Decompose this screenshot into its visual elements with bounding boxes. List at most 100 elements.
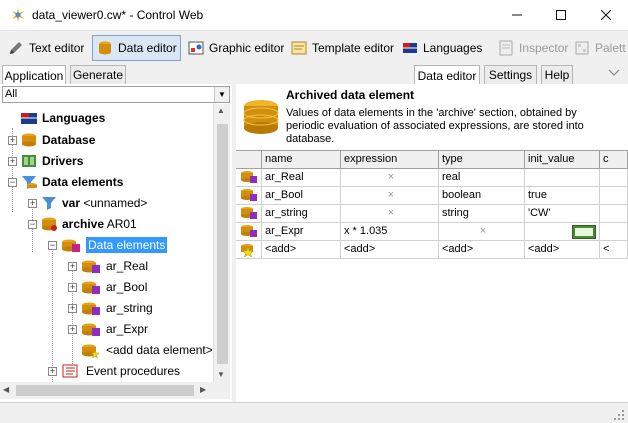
- template-editor-button[interactable]: Template editor: [287, 35, 397, 61]
- cell-name[interactable]: ar_Expr: [262, 223, 341, 241]
- data-elements-icon: [62, 239, 80, 252]
- cell-expression[interactable]: ×: [341, 187, 439, 205]
- add-row-c[interactable]: <: [600, 241, 628, 259]
- column-header-name[interactable]: name: [262, 151, 341, 169]
- tree-item-data-elements[interactable]: Data elements: [20, 172, 123, 192]
- maximize-button[interactable]: [538, 0, 583, 30]
- palette-button[interactable]: Palett: [570, 35, 628, 61]
- cell-expression[interactable]: ×: [341, 169, 439, 187]
- tree-label: Drivers: [42, 154, 84, 168]
- tab-settings[interactable]: Settings: [484, 65, 537, 84]
- column-header-expression[interactable]: expression: [341, 151, 439, 169]
- cell-type[interactable]: ×: [439, 223, 525, 241]
- tab-application[interactable]: Application: [2, 65, 66, 85]
- expand-icon[interactable]: +: [68, 283, 77, 292]
- archive-bool-icon: [82, 281, 100, 294]
- cell-init-value[interactable]: true: [525, 187, 600, 205]
- tree-label: ar_Expr: [106, 322, 149, 336]
- cell-type[interactable]: real: [439, 169, 525, 187]
- row-icon-cell: [236, 169, 262, 187]
- archive-expr-icon: [241, 225, 257, 237]
- chevron-down-icon[interactable]: [608, 69, 620, 77]
- cell-name[interactable]: ar_string: [262, 205, 341, 223]
- scroll-right-icon[interactable]: ▶: [200, 385, 206, 394]
- row-icon-cell: [236, 187, 262, 205]
- inspector-button[interactable]: Inspector: [494, 35, 571, 61]
- expand-icon[interactable]: +: [68, 325, 77, 334]
- tab-help-label: Help: [544, 68, 570, 82]
- edit-value-button-icon[interactable]: [572, 225, 596, 239]
- cell-init-value[interactable]: [525, 169, 600, 187]
- expand-icon[interactable]: +: [8, 136, 17, 145]
- archive-name: archive: [62, 217, 105, 231]
- tree-item-archive[interactable]: archive AR01: [40, 214, 137, 234]
- cell-c[interactable]: [600, 187, 628, 205]
- graphic-editor-button[interactable]: Graphic editor: [184, 35, 287, 61]
- tree-item-database[interactable]: Database: [20, 130, 95, 150]
- collapse-icon[interactable]: −: [8, 178, 17, 187]
- tree-item-ar-string[interactable]: ar_string: [80, 298, 153, 318]
- cell-c[interactable]: [600, 223, 628, 241]
- column-header-init-value[interactable]: init_value: [525, 151, 600, 169]
- row-icon-cell: [236, 223, 262, 241]
- tree-item-add-data-element[interactable]: <add data element>: [80, 340, 212, 360]
- cell-init-value[interactable]: 'CW': [525, 205, 600, 223]
- tree-item-archive-data-elements[interactable]: Data elements: [60, 235, 168, 255]
- tree-vertical-scrollbar[interactable]: ▲ ▼: [213, 104, 230, 382]
- filter-value: All: [5, 88, 18, 100]
- collapse-icon[interactable]: −: [48, 241, 57, 250]
- cell-expression[interactable]: x * 1.035: [341, 223, 439, 241]
- cell-init-value[interactable]: [525, 223, 600, 241]
- expand-icon[interactable]: +: [28, 199, 37, 208]
- cell-expression[interactable]: ×: [341, 205, 439, 223]
- scroll-up-icon[interactable]: ▲: [217, 106, 225, 115]
- cell-c[interactable]: [600, 205, 628, 223]
- filter-select[interactable]: All ▼: [2, 86, 230, 103]
- cell-type[interactable]: string: [439, 205, 525, 223]
- add-row-type[interactable]: <add>: [439, 241, 525, 259]
- archive-icon: [42, 217, 57, 231]
- graphic-editor-label: Graphic editor: [209, 41, 285, 55]
- close-button[interactable]: [583, 0, 628, 30]
- expand-icon[interactable]: +: [48, 367, 57, 376]
- palette-label: Palett: [595, 41, 626, 55]
- cell-name[interactable]: ar_Real: [262, 169, 341, 187]
- expand-icon[interactable]: +: [68, 304, 77, 313]
- cell-type[interactable]: boolean: [439, 187, 525, 205]
- dropdown-arrow-icon[interactable]: ▼: [214, 87, 229, 102]
- tree-item-ar-bool[interactable]: ar_Bool: [80, 277, 147, 297]
- tab-data-editor[interactable]: Data editor: [414, 65, 480, 85]
- languages-button[interactable]: Languages: [398, 35, 485, 61]
- add-row-name[interactable]: <add>: [262, 241, 341, 259]
- tab-generate[interactable]: Generate: [70, 65, 126, 84]
- tab-help[interactable]: Help: [541, 65, 573, 84]
- scroll-down-icon[interactable]: ▼: [217, 370, 225, 379]
- scroll-thumb[interactable]: [16, 385, 194, 396]
- expand-icon[interactable]: +: [8, 157, 17, 166]
- scroll-left-icon[interactable]: ◀: [3, 385, 9, 394]
- tree-item-drivers[interactable]: Drivers: [20, 151, 83, 171]
- add-row-init-value[interactable]: <add>: [525, 241, 600, 259]
- cell-name[interactable]: ar_Bool: [262, 187, 341, 205]
- minimize-button[interactable]: [494, 0, 539, 30]
- tree-item-var[interactable]: var <unnamed>: [40, 193, 147, 213]
- tree-item-languages[interactable]: Languages: [20, 108, 105, 128]
- tree-item-ar-expr[interactable]: ar_Expr: [80, 319, 148, 339]
- add-row-expression[interactable]: <add>: [341, 241, 439, 259]
- data-editor-button[interactable]: Data editor: [92, 35, 181, 61]
- expand-icon[interactable]: +: [68, 262, 77, 271]
- scroll-thumb[interactable]: [217, 124, 228, 364]
- cell-c[interactable]: [600, 169, 628, 187]
- tree-item-ar-real[interactable]: ar_Real: [80, 256, 148, 276]
- collapse-icon[interactable]: −: [28, 220, 37, 229]
- var-name: var: [62, 196, 81, 210]
- tree-item-event-procedures[interactable]: Event procedures: [60, 361, 180, 381]
- tree-horizontal-scrollbar[interactable]: ◀ ▶: [0, 382, 230, 399]
- text-editor-button[interactable]: Text editor: [4, 35, 87, 61]
- resize-grip-icon[interactable]: [613, 409, 625, 421]
- column-header-type[interactable]: type: [439, 151, 525, 169]
- window-title: data_viewer0.cw* - Control Web: [32, 8, 204, 22]
- column-header-c[interactable]: c: [600, 151, 628, 169]
- control-web-app-icon: [12, 8, 24, 22]
- data-elements-icon: [22, 176, 37, 189]
